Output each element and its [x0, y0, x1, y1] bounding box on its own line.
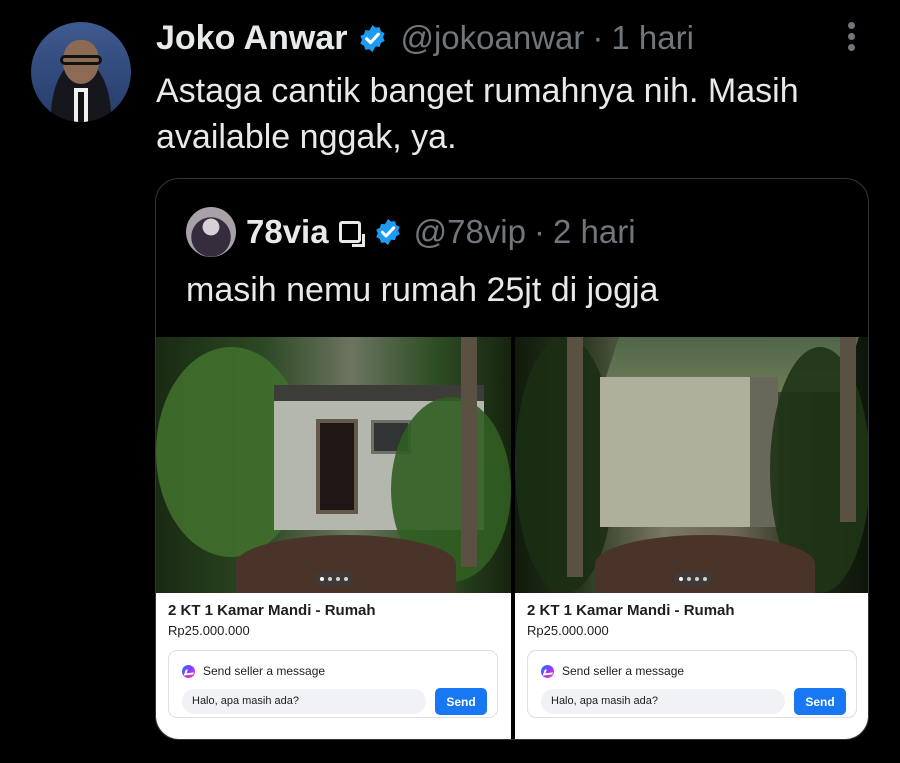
carousel-dot: [703, 577, 707, 581]
more-icon[interactable]: [845, 22, 857, 54]
listing-title: 2 KT 1 Kamar Mandi - Rumah: [527, 602, 735, 619]
tree-trunk: [461, 337, 477, 567]
message-label-row: Send seller a message: [541, 664, 684, 678]
more-dot: [847, 44, 855, 51]
time-separator: ·: [592, 19, 604, 56]
listing-title: 2 KT 1 Kamar Mandi - Rumah: [168, 602, 376, 619]
tweet-time[interactable]: 1 hari: [611, 19, 694, 57]
verified-icon: [360, 24, 386, 52]
listing-screenshot-2[interactable]: 2 KT 1 Kamar Mandi - Rumah Rp25.000.000 …: [515, 337, 868, 739]
quoted-author-avatar[interactable]: [186, 207, 236, 257]
tree-trunk: [567, 337, 583, 577]
house-photo[interactable]: [515, 337, 868, 593]
quoted-tweet-header: 78via @78vip · 2 hari: [186, 207, 636, 257]
author-avatar[interactable]: [31, 22, 131, 122]
message-label-row: Send seller a message: [182, 664, 325, 678]
avatar-tie: [78, 92, 84, 122]
quoted-tweet-time[interactable]: 2 hari: [553, 213, 636, 251]
carousel-indicator: [674, 572, 712, 586]
carousel-dot: [328, 577, 332, 581]
send-button[interactable]: Send: [794, 688, 846, 715]
listing-screenshot-1[interactable]: 2 KT 1 Kamar Mandi - Rumah Rp25.000.000 …: [156, 337, 511, 739]
seller-message-box: Send seller a message Halo, apa masih ad…: [168, 650, 498, 718]
message-input[interactable]: Halo, apa masih ada?: [541, 689, 785, 714]
seller-message-box: Send seller a message Halo, apa masih ad…: [527, 650, 857, 718]
message-label: Send seller a message: [562, 664, 685, 678]
carousel-dot: [679, 577, 683, 581]
quoted-author-handle[interactable]: @78vip: [414, 213, 526, 251]
quoted-tweet[interactable]: 78via @78vip · 2 hari masih nemu rumah 2…: [155, 178, 869, 740]
more-dot: [847, 33, 855, 40]
carousel-dot: [336, 577, 340, 581]
carousel-dot: [320, 577, 324, 581]
author-handle[interactable]: @jokoanwar: [400, 19, 584, 57]
messenger-icon: [541, 664, 554, 678]
tree-trunk: [840, 337, 856, 522]
listing-price: Rp25.000.000: [168, 623, 250, 638]
quoted-author-name[interactable]: 78via: [246, 213, 329, 251]
carousel-indicator: [315, 572, 353, 586]
messenger-icon: [182, 664, 195, 678]
house-photo[interactable]: [156, 337, 511, 593]
verified-icon: [375, 218, 400, 246]
author-name[interactable]: Joko Anwar: [156, 19, 347, 58]
message-input[interactable]: Halo, apa masih ada?: [182, 689, 426, 714]
more-dot: [847, 22, 855, 29]
carousel-dot: [695, 577, 699, 581]
avatar-glasses: [60, 55, 102, 65]
tweet-text: Astaga cantik banget rumahnya nih. Masih…: [156, 72, 799, 156]
message-label: Send seller a message: [203, 664, 326, 678]
send-button[interactable]: Send: [435, 688, 487, 715]
square-icon: [338, 221, 365, 247]
carousel-dot: [344, 577, 348, 581]
house: [600, 377, 778, 527]
quoted-tweet-text: masih nemu rumah 25jt di jogja: [186, 271, 659, 309]
house-door: [316, 419, 358, 514]
carousel-dot: [687, 577, 691, 581]
tweet-header: Joko Anwar @jokoanwar · 1 hari: [156, 14, 694, 62]
listing-price: Rp25.000.000: [527, 623, 609, 638]
attached-images: 2 KT 1 Kamar Mandi - Rumah Rp25.000.000 …: [156, 337, 868, 739]
quoted-time-separator: ·: [533, 213, 545, 250]
